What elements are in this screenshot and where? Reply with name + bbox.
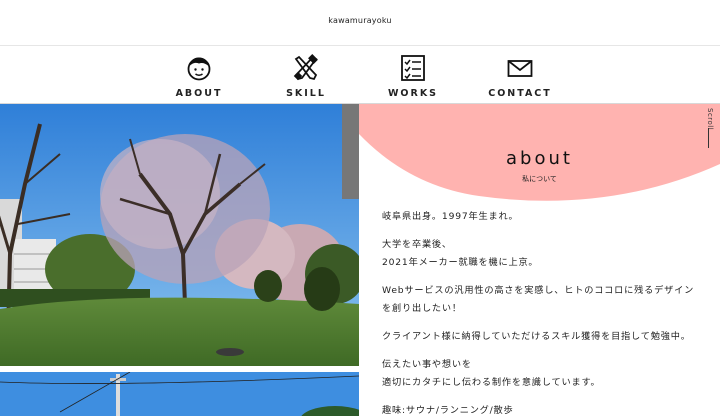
- scroll-line: [708, 128, 709, 148]
- site-title[interactable]: kawamurayoku: [328, 16, 391, 25]
- checklist-icon: [401, 55, 425, 81]
- about-line: クライアント様に納得していただけるスキル獲得を目指して勉強中。: [382, 331, 691, 342]
- about-paragraph: 岐阜県出身。1997年生まれ。: [382, 208, 712, 226]
- about-line: 趣味:サウナ/ランニング/散歩: [382, 405, 514, 416]
- about-line: 伝えたい事や想いを: [382, 359, 472, 370]
- street-photo: [0, 372, 359, 416]
- mail-icon: [507, 60, 533, 77]
- scroll-label: Scroll: [706, 108, 714, 131]
- nav-item-contact[interactable]: CONTACT: [465, 54, 575, 100]
- about-line: 2021年メーカー就職を機に上京。: [382, 257, 539, 268]
- about-line: 岐阜県出身。1997年生まれ。: [382, 211, 519, 222]
- nav-item-about[interactable]: ABOUT: [144, 54, 254, 100]
- nav-label-works: WORKS: [387, 88, 439, 99]
- about-paragraph: 趣味:サウナ/ランニング/散歩: [382, 402, 712, 416]
- about-paragraph: 大学を卒業後、 2021年メーカー就職を機に上京。: [382, 236, 712, 272]
- scroll-indicator[interactable]: Scroll: [702, 108, 714, 148]
- about-line: を創り出したい！: [382, 303, 462, 314]
- nav-label-about: ABOUT: [175, 88, 223, 99]
- about-subtitle: 私について: [522, 175, 557, 183]
- about-line: 適切にカタチにし伝わる制作を意識しています。: [382, 377, 601, 388]
- site-header: kawamurayoku: [0, 0, 720, 46]
- photo-column: [0, 104, 359, 416]
- nav-label-skill: SKILL: [286, 88, 326, 99]
- nav-label-contact: CONTACT: [488, 88, 552, 99]
- main-nav: ABOUT SKILL WORKS CONTACT: [0, 46, 720, 104]
- about-body: 岐阜県出身。1997年生まれ。 大学を卒業後、 2021年メーカー就職を機に上京…: [382, 208, 712, 416]
- tools-icon: [293, 54, 318, 81]
- about-paragraph: 伝えたい事や想いを 適切にカタチにし伝わる制作を意識しています。: [382, 356, 712, 392]
- nav-item-works[interactable]: WORKS: [358, 54, 468, 100]
- about-title: about: [506, 148, 573, 169]
- about-section: about 私について Scroll 岐阜県出身。1997年生まれ。 大学を卒業…: [359, 104, 720, 416]
- nav-item-skill[interactable]: SKILL: [251, 54, 361, 100]
- face-icon: [187, 57, 211, 81]
- about-line: Webサービスの汎用性の高さを実感し、ヒトのココロに残るデザイン: [382, 285, 695, 296]
- about-paragraph: クライアント様に納得していただけるスキル獲得を目指して勉強中。: [382, 328, 712, 346]
- cherry-blossom-park-photo: [0, 104, 359, 366]
- about-paragraph: Webサービスの汎用性の高さを実感し、ヒトのココロに残るデザイン を創り出したい…: [382, 282, 712, 318]
- about-line: 大学を卒業後、: [382, 239, 452, 250]
